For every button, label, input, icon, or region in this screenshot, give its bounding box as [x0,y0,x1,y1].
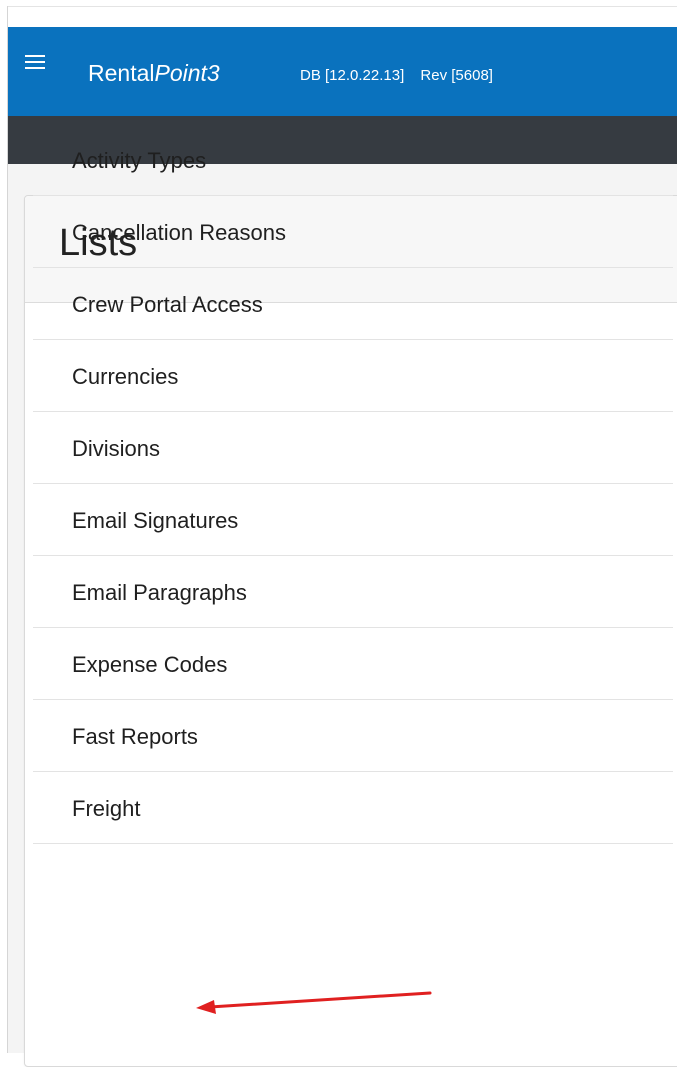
top-navbar: RentalPoint3 DB [12.0.22.13] Rev [5608] [8,27,677,116]
list-item-label: Fast Reports [72,724,198,749]
list-item-divisions[interactable]: Divisions [33,412,673,484]
lists-menu: Activity Types Cancellation Reasons Crew… [33,124,673,844]
list-item-label: Email Signatures [72,508,239,533]
list-item-label: Email Paragraphs [72,580,247,605]
brand-name-italic: Point3 [154,60,220,86]
list-item-label: Cancellation Reasons [72,220,287,245]
hamburger-menu-icon[interactable] [25,54,45,70]
list-item-activity-types[interactable]: Activity Types [33,124,673,196]
list-item-label: Activity Types [72,148,207,173]
arrow-shaft [208,991,432,1009]
arrow-head [196,1000,216,1014]
version-info: DB [12.0.22.13] Rev [5608] [300,66,493,86]
list-item-fast-reports[interactable]: Fast Reports [33,700,673,772]
list-item-label: Crew Portal Access [72,292,263,317]
list-item-label: Currencies [72,364,179,389]
list-item-label: Divisions [72,436,161,461]
list-item-email-signatures[interactable]: Email Signatures [33,484,673,556]
window-top-gap [8,6,677,27]
list-item-currencies[interactable]: Currencies [33,340,673,412]
revision-number: Rev [5608] [420,67,493,84]
db-version: DB [12.0.22.13] [300,67,405,84]
list-item-email-paragraphs[interactable]: Email Paragraphs [33,556,673,628]
list-item-cancellation-reasons[interactable]: Cancellation Reasons [33,196,673,268]
list-item-label: Freight [72,796,141,821]
brand-name-regular: Rental [88,60,155,86]
list-item-expense-codes[interactable]: Expense Codes [33,628,673,700]
red-arrow-annotation [196,991,432,1014]
list-item-freight[interactable]: Freight [33,772,673,844]
list-item-crew-portal-access[interactable]: Crew Portal Access [33,268,673,340]
brand-logo[interactable]: RentalPoint3 [88,59,220,87]
list-item-label: Expense Codes [72,652,228,677]
